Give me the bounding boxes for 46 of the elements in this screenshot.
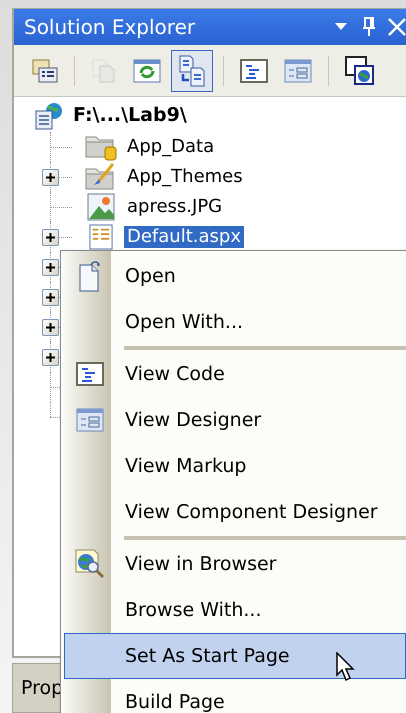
menu-item[interactable]: View Component Designer	[64, 489, 406, 535]
plus-icon	[46, 173, 55, 182]
plus-icon	[46, 293, 55, 302]
menu-item[interactable]: View in Browser	[64, 541, 406, 587]
plus-icon	[46, 233, 55, 242]
caret-icon	[335, 23, 347, 31]
tree-item[interactable]: App_Data	[124, 136, 218, 158]
browser-window-icon	[345, 56, 375, 86]
menu-item[interactable]: Open	[64, 253, 406, 299]
panel-title: Solution Explorer	[24, 14, 196, 41]
refresh-icon	[133, 58, 161, 82]
menu-item[interactable]: View Markup	[64, 443, 406, 489]
pin-icon	[362, 17, 376, 37]
expand-toggle[interactable]	[42, 259, 59, 276]
tree-item[interactable]: App_Themes	[124, 166, 246, 188]
code-icon	[76, 362, 104, 386]
expand-toggle[interactable]	[42, 229, 59, 246]
tree-item[interactable]: apress.JPG	[124, 196, 226, 218]
image-file-icon	[87, 193, 115, 221]
plus-icon	[46, 323, 55, 332]
expand-toggle[interactable]	[42, 349, 59, 366]
designer-icon	[284, 58, 312, 82]
menu-item[interactable]: Set As Start Page	[64, 633, 406, 679]
menu-item[interactable]: Browse With...	[64, 587, 406, 633]
tree-item[interactable]: Default.aspx	[124, 226, 244, 248]
toolbar-button[interactable]	[171, 50, 213, 92]
close-icon	[388, 18, 406, 36]
code-icon	[240, 58, 268, 82]
menu-item[interactable]: Open With...	[64, 299, 406, 345]
mouse-cursor-icon	[336, 652, 358, 682]
expand-toggle[interactable]	[42, 319, 59, 336]
tree-root-label[interactable]: F:\...\Lab9\	[70, 101, 190, 130]
document-icon	[78, 260, 102, 292]
menu-item[interactable]: View Code	[64, 351, 406, 397]
expand-toggle[interactable]	[42, 289, 59, 306]
plus-icon	[46, 263, 55, 272]
properties-icon	[32, 58, 58, 82]
plus-icon	[46, 353, 55, 362]
copy-icon	[91, 58, 117, 82]
designer-icon	[76, 408, 104, 432]
globe-magnifier-icon	[74, 548, 106, 580]
linked-documents-icon	[177, 54, 207, 86]
web-project-icon	[34, 100, 64, 130]
brush-folder-icon	[85, 163, 117, 191]
menu-item[interactable]: View Designer	[64, 397, 406, 443]
expand-toggle[interactable]	[42, 169, 59, 186]
